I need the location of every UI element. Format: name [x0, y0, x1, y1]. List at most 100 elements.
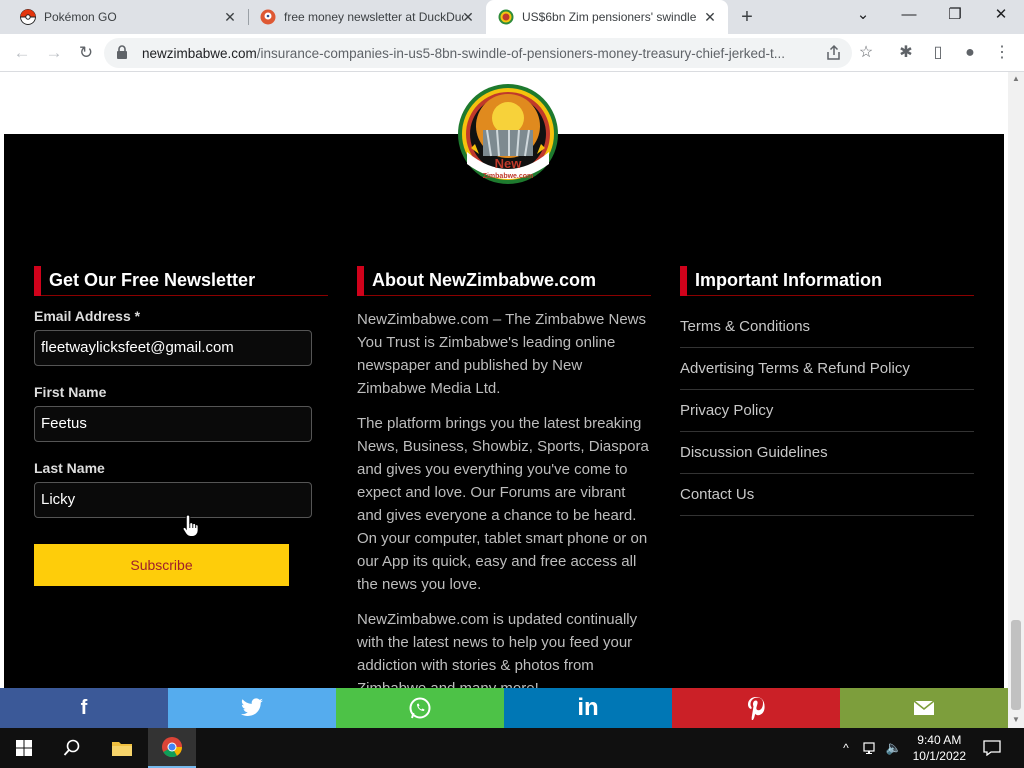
chrome-taskbar-button[interactable] [148, 728, 196, 768]
new-tab-button[interactable]: + [737, 7, 757, 27]
share-email-button[interactable] [840, 688, 1008, 728]
lock-icon [117, 45, 127, 59]
info-title: Important Information [695, 270, 882, 290]
email-icon [913, 700, 935, 715]
newsletter-title: Get Our Free Newsletter [49, 270, 256, 290]
scroll-thumb[interactable] [1011, 620, 1021, 710]
first-name-label: First Name [34, 384, 107, 400]
star-icon[interactable]: ☆ [856, 43, 876, 63]
volume-icon[interactable]: 🔈 [884, 728, 904, 768]
windows-taskbar: ^ 🔈 9:40 AM 10/1/2022 [0, 728, 1024, 768]
link-contact-us[interactable]: Contact Us [680, 474, 974, 516]
close-icon[interactable]: ✕ [702, 9, 718, 25]
profile-icon[interactable]: ● [960, 43, 980, 63]
share-twitter-button[interactable] [168, 688, 336, 728]
link-discussion-guidelines[interactable]: Discussion Guidelines [680, 432, 974, 474]
pokeball-icon [20, 9, 36, 25]
site-footer: New Zimbabwe.com Get Our Free Newsletter… [4, 84, 1004, 697]
tab-title: free money newsletter at DuckDuckGo [284, 10, 464, 24]
close-window-button[interactable]: ✕ [978, 0, 1024, 32]
address-bar[interactable]: newzimbabwe.com/insurance-companies-in-u… [104, 38, 852, 68]
info-column: Important Information Terms & Conditions… [680, 265, 974, 516]
about-paragraph: NewZimbabwe.com is updated continually w… [357, 611, 638, 697]
email-field[interactable]: fleetwaylicksfeet@gmail.com [34, 330, 312, 366]
close-icon[interactable]: ✕ [460, 9, 476, 25]
tab-title: US$6bn Zim pensioners' swindle [522, 10, 697, 24]
search-icon [63, 739, 80, 756]
show-hidden-icons-icon[interactable]: ^ [836, 728, 856, 768]
svg-text:New: New [495, 156, 523, 171]
about-heading: About NewZimbabwe.com [357, 265, 651, 296]
info-heading: Important Information [680, 265, 974, 296]
scroll-up-arrow-icon[interactable]: ▲ [1012, 74, 1020, 83]
tab-search-icon[interactable]: ⌄ [840, 0, 886, 32]
newzimbabwe-icon [498, 9, 514, 25]
share-icon[interactable] [824, 43, 844, 63]
network-glyph [863, 742, 875, 754]
about-paragraph: The platform brings you the latest break… [357, 415, 649, 593]
menu-icon[interactable]: ⋮ [992, 43, 1012, 63]
duckduckgo-icon [260, 9, 276, 25]
heading-accent [357, 265, 364, 296]
about-column: About NewZimbabwe.com NewZimbabwe.com – … [357, 265, 651, 700]
tab-duckduckgo[interactable]: free money newsletter at DuckDuckGo ✕ [248, 0, 486, 34]
extensions-icon[interactable]: ✱ [896, 43, 916, 63]
hand-cursor-icon [182, 514, 199, 538]
restore-button[interactable]: ❐ [932, 0, 978, 32]
forward-button[interactable]: → [42, 41, 66, 65]
info-links: Terms & Conditions Advertising Terms & R… [680, 306, 974, 516]
last-name-label: Last Name [34, 460, 105, 476]
minimize-button[interactable]: — [886, 0, 932, 32]
pinterest-icon [748, 697, 765, 720]
about-title: About NewZimbabwe.com [372, 270, 597, 290]
last-name-field[interactable]: Licky [34, 482, 312, 518]
whatsapp-icon [409, 697, 431, 719]
svg-text:Zimbabwe.com: Zimbabwe.com [483, 173, 534, 180]
subscribe-button[interactable]: Subscribe [34, 544, 289, 586]
first-name-field[interactable]: Feetus [34, 406, 312, 442]
close-icon[interactable]: ✕ [222, 9, 238, 25]
link-privacy-policy[interactable]: Privacy Policy [680, 390, 974, 432]
social-share-bar: f in [0, 688, 1008, 728]
back-button[interactable]: ← [10, 41, 34, 65]
chrome-icon [162, 737, 183, 758]
heading-accent [680, 265, 687, 296]
about-paragraph: NewZimbabwe.com – The Zimbabwe News You … [357, 311, 646, 397]
newzimbabwe-logo[interactable]: New Zimbabwe.com [457, 82, 559, 186]
tab-title: Pokémon GO [44, 10, 117, 24]
heading-accent [34, 265, 41, 296]
page-viewport: New Zimbabwe.com Get Our Free Newsletter… [0, 72, 1008, 728]
linkedin-icon: in [577, 694, 599, 721]
clock-date: 10/1/2022 [912, 749, 966, 763]
notifications-button[interactable] [980, 728, 1004, 768]
tab-pokemon-go[interactable]: Pokémon GO ✕ [8, 0, 248, 34]
file-explorer-button[interactable] [98, 728, 146, 768]
newsletter-heading: Get Our Free Newsletter [34, 265, 328, 296]
share-facebook-button[interactable]: f [0, 688, 168, 728]
reload-button[interactable]: ↻ [74, 41, 98, 65]
url-path: /insurance-companies-in-us5-8bn-swindle-… [256, 46, 786, 61]
twitter-icon [241, 698, 263, 717]
share-whatsapp-button[interactable] [336, 688, 504, 728]
newsletter-column: Get Our Free Newsletter Email Address * … [34, 265, 328, 586]
tab-strip: Pokémon GO ✕ free money newsletter at Du… [0, 0, 1024, 34]
share-pinterest-button[interactable] [672, 688, 840, 728]
page-scrollbar[interactable]: ▲ ▼ [1008, 72, 1024, 728]
network-icon[interactable] [860, 728, 882, 768]
url-host: newzimbabwe.com [142, 46, 257, 61]
search-button[interactable] [48, 728, 96, 768]
share-linkedin-button[interactable]: in [504, 688, 672, 728]
side-panel-icon[interactable]: ▯ [928, 43, 948, 63]
clock-time: 9:40 AM [917, 733, 962, 747]
url-text: newzimbabwe.com/insurance-companies-in-u… [142, 46, 814, 61]
notification-icon [983, 740, 1001, 756]
start-button[interactable] [0, 728, 48, 768]
system-clock[interactable]: 9:40 AM 10/1/2022 [913, 732, 966, 764]
email-label: Email Address * [34, 308, 141, 324]
link-advertising-terms[interactable]: Advertising Terms & Refund Policy [680, 348, 974, 390]
scroll-down-arrow-icon[interactable]: ▼ [1012, 715, 1020, 724]
folder-icon [112, 742, 132, 756]
tab-newzimbabwe[interactable]: US$6bn Zim pensioners' swindle ✕ [486, 0, 728, 34]
windows-logo-icon [16, 740, 32, 756]
link-terms[interactable]: Terms & Conditions [680, 306, 974, 348]
